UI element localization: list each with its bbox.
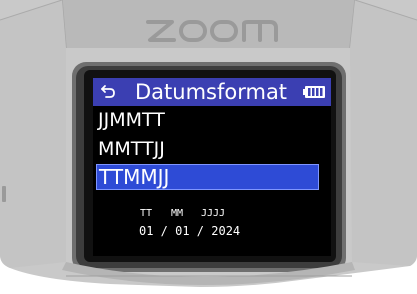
- return-arrow-icon[interactable]: [100, 84, 116, 100]
- battery-full-icon: [303, 86, 325, 98]
- title-bar: Datumsformat: [93, 78, 331, 106]
- screen-title: Datumsformat: [135, 80, 288, 104]
- menu-item-ttmmjj-selected[interactable]: TTMMJJ: [96, 164, 319, 190]
- menu-item-mmttjj[interactable]: MMTTJJ: [96, 136, 319, 162]
- device-view: Datumsformat JJMMTT MMTTJJ TTMMJJ TT MM …: [0, 0, 417, 294]
- day-label: TT: [140, 208, 153, 219]
- date-preview-value: 01 / 01 / 2024: [139, 224, 241, 238]
- year-label: JJJJ: [201, 208, 226, 219]
- date-preview-labels: TT MM JJJJ: [93, 208, 331, 222]
- menu-item-jjmmtt[interactable]: JJMMTT: [96, 107, 319, 133]
- month-label: MM: [171, 208, 184, 219]
- lcd-screen: Datumsformat JJMMTT MMTTJJ TTMMJJ TT MM …: [93, 78, 331, 256]
